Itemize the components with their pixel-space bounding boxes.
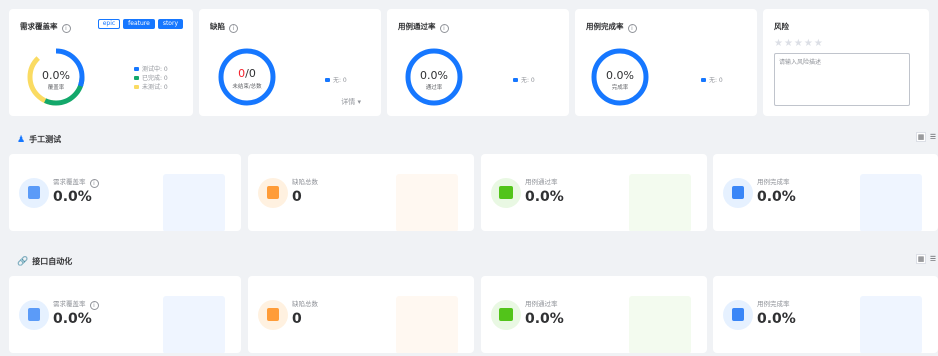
clipboard-watermark-icon <box>860 296 922 353</box>
requirement-watermark-icon <box>163 296 225 353</box>
list-view-icon[interactable]: ☰ <box>928 254 938 264</box>
defect-icon <box>258 178 288 208</box>
info-icon[interactable]: i <box>89 301 99 310</box>
clipboard-watermark-icon <box>860 174 922 231</box>
clipboard-icon <box>723 178 753 208</box>
defect-icon <box>258 300 288 330</box>
metric-card-completion[interactable]: 用例完成率 0.0% <box>713 276 938 353</box>
grid-view-icon[interactable]: ▦ <box>916 254 926 264</box>
completion-sub: 完成率 <box>611 85 629 91</box>
tag-epic[interactable]: epic <box>97 19 121 29</box>
metric-value: 0.0% <box>525 189 564 205</box>
metric-label: 需求覆盖率 i <box>53 176 99 188</box>
view-toggle: ▦ ☰ <box>916 254 938 264</box>
done-dot <box>134 76 139 80</box>
metric-label: 缺陷总数 <box>292 300 318 308</box>
metric-label: 用例通过率 <box>525 300 558 308</box>
metric-label: 用例完成率 <box>757 178 790 186</box>
defect-title: 缺陷 i <box>210 21 238 33</box>
metric-value: 0 <box>292 189 302 205</box>
defect-card: 缺陷 i 0/0 未结束/总数 无: 0 详情 ▾ <box>199 9 381 116</box>
defect-sub: 未结束/总数 <box>232 84 262 90</box>
metric-card-pass[interactable]: 用例通过率 0.0% <box>481 276 707 353</box>
tag-feature[interactable]: feature <box>123 19 155 29</box>
metric-label: 需求覆盖率 i <box>53 298 99 310</box>
pass-rate-legend: 无: 0 <box>513 76 535 85</box>
info-icon[interactable]: i <box>89 179 99 188</box>
section-title: ♟ 手工测试 <box>17 135 62 145</box>
clipboard-icon <box>723 300 753 330</box>
defect-watermark-icon <box>396 174 458 231</box>
defect-value: 0/0 <box>238 67 256 80</box>
scope-tags: epic feature story <box>97 19 183 29</box>
info-icon[interactable]: i <box>61 24 71 33</box>
metric-value: 0 <box>292 311 302 327</box>
metric-value: 0.0% <box>53 311 92 327</box>
metric-value: 0.0% <box>757 311 796 327</box>
metric-card-defect[interactable]: 缺陷总数 0 <box>248 276 474 353</box>
pass-rate-sub: 通过率 <box>425 85 443 91</box>
coverage-card: 需求覆盖率 i epic feature story 0.0% 覆盖率 测试中: … <box>9 9 193 116</box>
risk-rating[interactable]: ★★★★★ <box>774 38 824 49</box>
requirement-watermark-icon <box>163 174 225 231</box>
completion-title: 用例完成率 i <box>586 21 637 33</box>
completion-value: 0.0% <box>606 69 634 82</box>
metric-value: 0.0% <box>757 189 796 205</box>
metric-card-requirement[interactable]: 需求覆盖率 i 0.0% <box>9 154 241 231</box>
none-dot <box>701 78 706 82</box>
pass-icon <box>491 178 521 208</box>
risk-card: 风险 ★★★★★ 请输入风险描述 <box>763 9 929 116</box>
user-icon: ♟ <box>17 135 26 145</box>
pass-watermark-icon <box>629 174 691 231</box>
pass-watermark-icon <box>629 296 691 353</box>
coverage-legend: 测试中: 0 已完成: 0 未测试: 0 <box>134 65 168 92</box>
section-title: 🔗 接口自动化 <box>17 257 73 267</box>
tag-story[interactable]: story <box>157 19 183 29</box>
metric-value: 0.0% <box>53 189 92 205</box>
pass-rate-title: 用例通过率 i <box>398 21 449 33</box>
view-toggle: ▦ ☰ <box>916 132 938 142</box>
metric-card-completion[interactable]: 用例完成率 0.0% <box>713 154 938 231</box>
completion-legend: 无: 0 <box>701 76 723 85</box>
testing-dot <box>134 67 139 71</box>
section-header-api: 🔗 接口自动化 ▦ ☰ <box>8 250 938 274</box>
completion-card: 用例完成率 i 0.0% 完成率 无: 0 <box>575 9 757 116</box>
metric-card-pass[interactable]: 用例通过率 0.0% <box>481 154 707 231</box>
risk-title: 风险 <box>774 22 789 31</box>
metric-value: 0.0% <box>525 311 564 327</box>
pass-rate-card: 用例通过率 i 0.0% 通过率 无: 0 <box>387 9 569 116</box>
link-icon: 🔗 <box>17 257 29 267</box>
requirement-icon <box>19 178 49 208</box>
none-dot <box>325 78 330 82</box>
none-dot <box>513 78 518 82</box>
metric-label: 用例完成率 <box>757 300 790 308</box>
untested-dot <box>134 85 139 89</box>
metric-label: 缺陷总数 <box>292 178 318 186</box>
info-icon[interactable]: i <box>229 24 238 33</box>
risk-textarea[interactable]: 请输入风险描述 <box>774 53 910 106</box>
metric-card-requirement[interactable]: 需求覆盖率 i 0.0% <box>9 276 241 353</box>
defect-watermark-icon <box>396 296 458 353</box>
requirement-icon <box>19 300 49 330</box>
coverage-sub: 覆盖率 <box>47 85 65 91</box>
metric-label: 用例通过率 <box>525 178 558 186</box>
info-icon[interactable]: i <box>627 24 637 33</box>
list-view-icon[interactable]: ☰ <box>928 132 938 142</box>
metric-card-defect[interactable]: 缺陷总数 0 <box>248 154 474 231</box>
defect-legend: 无: 0 <box>325 76 347 85</box>
coverage-title: 需求覆盖率 i <box>20 21 71 33</box>
pass-icon <box>491 300 521 330</box>
coverage-value: 0.0% <box>42 69 70 82</box>
pass-rate-value: 0.0% <box>420 69 448 82</box>
info-icon[interactable]: i <box>439 24 449 33</box>
grid-view-icon[interactable]: ▦ <box>916 132 926 142</box>
section-header-manual: ♟ 手工测试 ▦ ☰ <box>8 128 938 152</box>
defect-detail-link[interactable]: 详情 ▾ <box>341 97 361 107</box>
